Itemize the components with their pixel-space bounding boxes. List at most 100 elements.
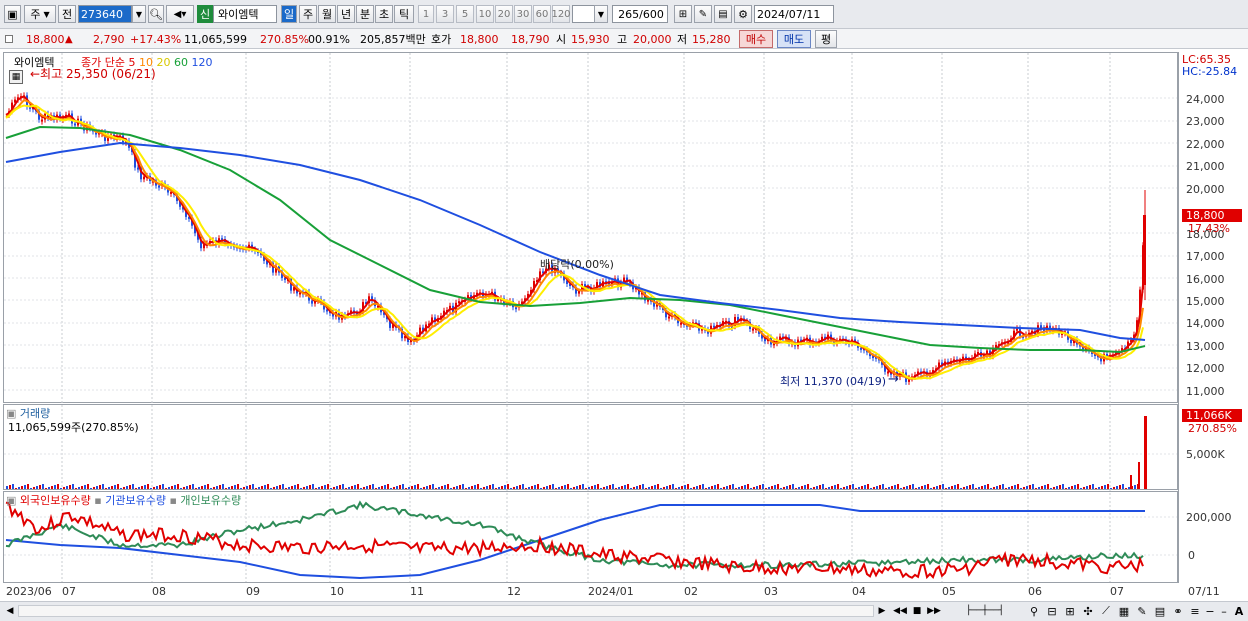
open-label: 시 [556,33,567,46]
interval-20[interactable]: 20 [495,5,513,23]
x-tick: 04 [852,585,866,598]
y-tick: 13,000 [1186,340,1225,353]
volume-readout: 11,065,599주(270.85%) [8,421,139,434]
period-second-tab[interactable]: 초 [375,5,393,23]
period-day-tab[interactable]: 일 [281,5,297,23]
ask-price: 18,800 [460,32,499,46]
y-tick: 16,000 [1186,273,1225,286]
hc-label: HC:-25.84 [1182,65,1238,78]
buy-button[interactable]: 매수 [739,30,773,48]
x-tick: 09 [246,585,260,598]
x-tick: 11 [410,585,424,598]
chart-settings-icon[interactable]: ⊞ [674,5,692,23]
high-price: 20,000 [633,32,672,46]
foreign-holdings-label: 외국인보유수량 [19,494,91,507]
date-input[interactable]: 2024/07/11 [754,5,834,23]
institution-holdings-label: 기관보유수량 [105,494,166,507]
window-menu-icon[interactable]: ▣ [4,5,21,23]
horizontal-scrollbar[interactable] [18,605,874,617]
interval-1[interactable]: 1 [418,5,434,23]
speaker-icon[interactable]: ◀▾ [166,5,194,23]
y-tick: 20,000 [1186,183,1225,196]
zoom-out-icon[interactable]: ⊟ [1044,604,1060,618]
fast-forward-icon[interactable]: ▶▶ [927,604,941,618]
dash-icon[interactable]: – [1218,604,1230,618]
period-tick-tab[interactable]: 틱 [394,5,414,23]
stock-name-field[interactable]: 와이엠텍 [213,5,277,23]
interval-30[interactable]: 30 [514,5,532,23]
x-tick: 2023/06 [6,585,52,598]
magnifier-icon[interactable]: ⚲ [1026,604,1042,618]
market-type-label: 주 [30,8,41,21]
period-year-tab[interactable]: 년 [337,5,355,23]
y-tick: 24,000 [1186,93,1225,106]
high-note: ←최고 25,350 (06/21) [30,67,156,81]
new-badge: 신 [197,5,213,23]
x-tick: 07 [62,585,76,598]
period-month-tab[interactable]: 월 [318,5,336,23]
holdings-y-tick: 200,000 [1186,511,1232,524]
scroll-right-icon[interactable]: ▶ [876,604,888,618]
evaluation-button[interactable]: 평 [815,30,837,48]
holdings-y-tick: 0 [1188,549,1195,562]
draw-tool-icon[interactable]: ✎ [694,5,712,23]
ma-20-label: 20 [156,56,171,69]
rewind-icon[interactable]: ◀◀ [893,604,907,618]
y-tick: 12,000 [1186,362,1225,375]
ma-60-label: 60 [173,56,188,69]
interval-60[interactable]: 60 [533,5,551,23]
holdings-legend: ▣ 외국인보유수량 ▪ 기관보유수량 ▪ 개인보유수량 [6,494,242,507]
high-label: 고 [617,33,628,46]
sell-button[interactable]: 매도 [777,30,811,48]
y-tick: 22,000 [1186,138,1225,151]
stop-icon[interactable]: ■ [910,604,924,618]
trade-amount: 205,857백만 [360,33,426,46]
price-change: 2,790 [93,32,125,46]
period-week-tab[interactable]: 주 [299,5,317,23]
y-tick: 14,000 [1186,317,1225,330]
minus-icon[interactable]: − [1204,604,1216,618]
interval-10[interactable]: 10 [476,5,494,23]
price-pct-tag: 17.43% [1188,222,1230,235]
stock-code-input[interactable]: 273640 [78,5,132,23]
price-tag: 18,800 [1182,209,1242,222]
save-chart-icon[interactable]: ▤ [1152,604,1168,618]
save-icon[interactable]: ▤ [714,5,732,23]
x-tick: 06 [1028,585,1042,598]
calculator-icon[interactable]: ▦ [9,70,23,84]
y-tick: 15,000 [1186,295,1225,308]
font-size-icon[interactable]: A [1232,604,1246,618]
search-icon[interactable]: 🔍︎ [148,5,164,23]
interval-3[interactable]: 3 [436,5,454,23]
x-tick: 02 [684,585,698,598]
price-pane[interactable] [3,52,1178,403]
code-dropdown-icon[interactable]: ▼ [132,5,146,23]
interval-5[interactable]: 5 [456,5,474,23]
lines-icon[interactable]: ≡ [1188,604,1202,618]
grid-icon[interactable]: ▦ [1116,604,1132,618]
zoom-slider[interactable]: ├──┼──┤ [948,604,1022,618]
bid-price: 18,790 [511,32,550,46]
period-minute-tab[interactable]: 분 [356,5,374,23]
interval-120[interactable]: 120 [551,5,571,23]
x-tick: 07 [1110,585,1124,598]
edit-icon[interactable]: ✎ [1134,604,1150,618]
up-arrow-icon: ▲ [65,33,73,45]
individual-holdings-label: 개인보유수량 [180,494,242,507]
trend-tool-icon[interactable]: ⟋ [1098,604,1114,618]
gear-icon[interactable]: ⚙ [734,5,752,23]
market-type-select[interactable]: 주 ▼ [24,5,56,23]
x-tick: 07/11 [1188,585,1220,598]
zoom-in-icon[interactable]: ⊞ [1062,604,1078,618]
volume-pane[interactable] [3,404,1178,490]
low-note: 최저 11,370 (04/19) [780,375,887,388]
prev-button[interactable]: 전 [58,5,76,23]
bar-count-field[interactable]: 265/600 [612,5,668,23]
y-tick: 17,000 [1186,250,1225,263]
bar-count: 265 [618,7,640,21]
link-icon[interactable]: ⚭ [1170,604,1186,618]
interval-dropdown-icon[interactable]: ▼ [594,5,608,23]
crosshair-icon[interactable]: ✣ [1080,604,1096,618]
x-tick: 08 [152,585,166,598]
scroll-left-icon[interactable]: ◀ [4,604,16,618]
